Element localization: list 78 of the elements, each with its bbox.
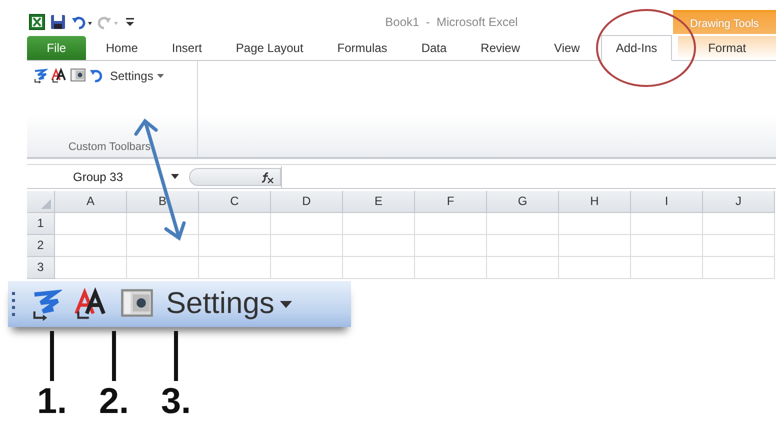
- callout-number: 2.: [98, 381, 130, 421]
- column-header[interactable]: C: [199, 191, 271, 213]
- table-cell[interactable]: [487, 213, 559, 235]
- column-header[interactable]: G: [487, 191, 559, 213]
- name-box[interactable]: Group 33: [27, 170, 167, 184]
- table-cell[interactable]: [55, 213, 127, 235]
- row-header[interactable]: 3: [27, 257, 55, 279]
- table-cell[interactable]: [55, 235, 127, 257]
- font-letters-icon[interactable]: [51, 67, 67, 84]
- table-cell[interactable]: [703, 213, 775, 235]
- table-cell[interactable]: [415, 235, 487, 257]
- grip-icon[interactable]: [12, 290, 16, 318]
- row-header[interactable]: 1: [27, 213, 55, 235]
- undo-icon[interactable]: [89, 67, 105, 84]
- ribbon-tab[interactable]: Format: [678, 36, 776, 60]
- table-cell[interactable]: [559, 213, 631, 235]
- ribbon-tab[interactable]: File: [27, 36, 86, 60]
- table-cell[interactable]: [343, 213, 415, 235]
- table-cell[interactable]: [199, 213, 271, 235]
- ribbon-tab[interactable]: Home: [88, 36, 155, 60]
- ribbon-tab[interactable]: View: [537, 36, 597, 60]
- window-title: Book1 - Microsoft Excel: [384, 15, 519, 29]
- dropdown-icon[interactable]: [171, 174, 179, 179]
- column-header[interactable]: J: [703, 191, 775, 213]
- ribbon-tab[interactable]: Insert: [154, 36, 219, 60]
- table-cell[interactable]: [559, 257, 631, 279]
- save-icon[interactable]: [50, 14, 66, 30]
- excel-logo-icon[interactable]: [29, 14, 45, 30]
- column-header[interactable]: B: [127, 191, 199, 213]
- column-header[interactable]: E: [343, 191, 415, 213]
- table-cell[interactable]: [271, 213, 343, 235]
- table-cell[interactable]: [487, 235, 559, 257]
- group-label: Custom Toolbars: [67, 141, 152, 153]
- name-box-value: Group 33: [73, 170, 124, 184]
- table-cell[interactable]: [703, 257, 775, 279]
- table-cell[interactable]: [631, 257, 703, 279]
- column-header[interactable]: D: [271, 191, 343, 213]
- table-cell[interactable]: [127, 213, 199, 235]
- column-header[interactable]: H: [559, 191, 631, 213]
- table-cell[interactable]: [415, 257, 487, 279]
- table-cell[interactable]: [127, 257, 199, 279]
- function-icon[interactable]: [260, 170, 274, 184]
- font-letters-icon[interactable]: [74, 286, 108, 322]
- undo-icon[interactable]: [71, 14, 93, 30]
- settings-button[interactable]: Settings: [166, 287, 292, 321]
- column-header[interactable]: F: [415, 191, 487, 213]
- camera-icon[interactable]: [70, 67, 86, 84]
- ink-squiggle-icon[interactable]: [32, 67, 48, 84]
- caret-icon: [157, 74, 164, 78]
- ribbon-tab[interactable]: Page Layout: [218, 36, 320, 60]
- table-cell[interactable]: [343, 257, 415, 279]
- context-tab-label: Drawing Tools: [673, 10, 776, 34]
- row-header[interactable]: 2: [27, 235, 55, 257]
- redo-icon: [98, 14, 120, 30]
- callout-number: 1.: [36, 381, 68, 421]
- table-cell[interactable]: [271, 257, 343, 279]
- ribbon-tab[interactable]: Add-Ins: [600, 35, 672, 61]
- select-all-icon[interactable]: [41, 199, 51, 209]
- ribbon-tab[interactable]: Formulas: [320, 36, 404, 60]
- column-header[interactable]: A: [55, 191, 127, 213]
- table-cell[interactable]: [55, 257, 127, 279]
- column-header[interactable]: I: [631, 191, 703, 213]
- table-cell[interactable]: [703, 235, 775, 257]
- table-cell[interactable]: [199, 257, 271, 279]
- settings-button[interactable]: Settings: [108, 68, 166, 82]
- table-cell[interactable]: [199, 235, 271, 257]
- callout-number: 3.: [160, 381, 192, 421]
- caret-icon: [280, 300, 292, 308]
- table-cell[interactable]: [271, 235, 343, 257]
- table-cell[interactable]: [559, 235, 631, 257]
- table-cell[interactable]: [487, 257, 559, 279]
- table-cell[interactable]: [631, 213, 703, 235]
- table-cell[interactable]: [415, 213, 487, 235]
- table-cell[interactable]: [343, 235, 415, 257]
- table-cell[interactable]: [631, 235, 703, 257]
- ribbon-tab[interactable]: Review: [464, 36, 538, 60]
- ribbon-tab[interactable]: Data: [404, 36, 464, 60]
- table-cell[interactable]: [127, 235, 199, 257]
